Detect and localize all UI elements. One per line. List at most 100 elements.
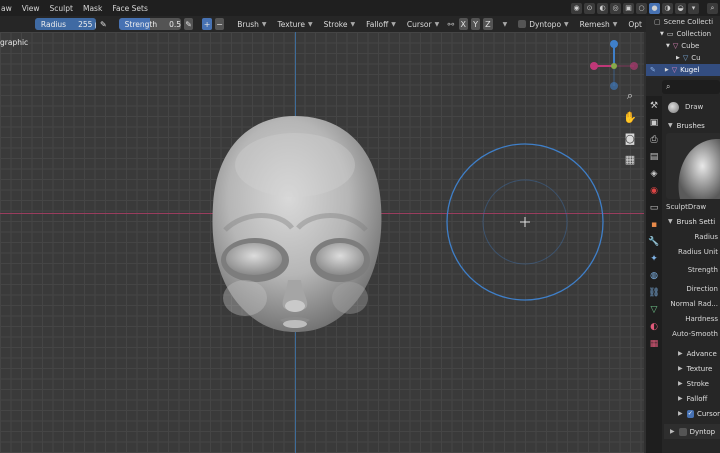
outliner-row-cube-data[interactable]: ▶ ▽ Cu [646, 52, 720, 64]
view-layer-tab-icon[interactable]: ▤ [648, 151, 660, 163]
stroke-menu[interactable]: Stroke ▼ [320, 18, 360, 30]
brush-name: SculptDraw [666, 202, 707, 211]
xray-icon[interactable]: ▣ [623, 2, 634, 14]
filter-icon[interactable]: ▾ [688, 2, 699, 14]
search-icon[interactable]: ⌕ [707, 2, 718, 14]
menu-sculpt[interactable]: Sculpt [45, 4, 78, 13]
snapping-icon[interactable]: ⊙ [584, 2, 595, 14]
wireframe-shading-icon[interactable]: ○ [636, 2, 647, 14]
output-tab-icon[interactable]: ⎙ [648, 134, 660, 146]
material-tab-icon[interactable]: ◐ [648, 321, 660, 333]
outliner-row-kugel[interactable]: ✎ ▶ ▽ Kugel [646, 64, 720, 76]
pen-pressure-icon[interactable]: ✎ [99, 18, 108, 30]
texture-menu[interactable]: Texture ▼ [274, 18, 317, 30]
outliner-row-scene[interactable]: ▢ Scene Collecti [646, 16, 720, 28]
3d-viewport[interactable]: graphic ⌕ ✋ ◙ ▦ [0, 32, 644, 453]
symmetry-lock-icon[interactable]: ⚯ [446, 18, 455, 30]
brush-name-row[interactable]: SculptDraw [664, 199, 720, 214]
chevron-right-icon[interactable]: ▶ [665, 67, 669, 73]
brushes-panel-header[interactable]: ▼ Brushes [664, 118, 720, 133]
physics-tab-icon[interactable]: ◍ [648, 270, 660, 282]
chevron-right-icon[interactable]: ▶ [676, 55, 680, 61]
chevron-down-icon: ▼ [612, 20, 618, 28]
chevron-right-icon: ▶ [678, 350, 683, 357]
dyntopo-panel-label: Dyntop [689, 427, 716, 436]
cursor-menu[interactable]: Cursor ▼ [403, 18, 443, 30]
symmetry-z-toggle[interactable]: Z [483, 18, 493, 30]
options-menu[interactable]: Opt [624, 18, 646, 30]
properties-search-field[interactable]: ⌕ [662, 80, 720, 94]
remesh-menu[interactable]: Remesh ▼ [576, 18, 622, 30]
solid-shading-icon[interactable]: ● [649, 2, 660, 14]
material-shading-icon[interactable]: ◑ [662, 2, 673, 14]
modifier-tab-icon[interactable]: 🔧 [648, 236, 660, 248]
dyntopo-panel-header[interactable]: ▶ Dyntop [664, 424, 720, 439]
sculpted-head-mesh[interactable] [200, 110, 390, 360]
overlay-icon[interactable]: ◎ [610, 2, 621, 14]
particles-tab-icon[interactable]: ✦ [648, 253, 660, 265]
properties-editor: Draw ▼ Brushes SculptDraw ▼ Brush Setti … [664, 96, 720, 453]
texture-tab-icon[interactable]: ▦ [648, 338, 660, 350]
menu-view[interactable]: View [17, 4, 45, 13]
visibility-icon[interactable]: ◐ [597, 2, 608, 14]
dyntopo-panel-checkbox[interactable] [678, 427, 687, 436]
falloff-menu[interactable]: Falloff ▼ [362, 18, 400, 30]
dyntopo-toggle[interactable]: Dyntopo ▼ [514, 18, 572, 30]
texture-subpanel[interactable]: ▶ Texture [664, 361, 720, 376]
dyntopo-label: Dyntopo [529, 19, 562, 29]
stroke-subpanel[interactable]: ▶ Stroke [664, 376, 720, 391]
object-mode-icon[interactable]: ◉ [571, 2, 582, 14]
strength-label: Strength [124, 19, 158, 29]
outliner-row-collection[interactable]: ▼ ▭ Collection [646, 28, 720, 40]
direction-subtract-button[interactable]: − [214, 18, 225, 30]
hardness-row: Hardness [685, 314, 718, 323]
constraints-tab-icon[interactable]: ⛓ [648, 287, 660, 299]
brush-settings-panel-header[interactable]: ▼ Brush Setti [664, 214, 720, 229]
render-tab-icon[interactable]: ▣ [648, 117, 660, 129]
advanced-subpanel[interactable]: ▶ Advance [664, 346, 720, 361]
strength-slider[interactable]: Strength 0.500 [118, 18, 181, 30]
pen-pressure-icon[interactable]: ✎ [183, 18, 194, 30]
world-tab-icon[interactable]: ◉ [648, 185, 660, 197]
chevron-down-icon[interactable]: ▼ [660, 31, 664, 37]
camera-view-icon[interactable]: ◙ [622, 130, 638, 146]
menu-mask[interactable]: Mask [78, 4, 107, 13]
grid-perspective-icon[interactable]: ▦ [622, 151, 638, 167]
tool-tab-icon[interactable]: ⚒ [648, 100, 660, 112]
symmetry-y-toggle[interactable]: Y [470, 18, 481, 30]
menu-draw[interactable]: aw [0, 4, 17, 13]
object-tab-icon[interactable]: ▪ [648, 219, 660, 231]
data-tab-icon[interactable]: ▽ [648, 304, 660, 316]
rendered-shading-icon[interactable]: ◒ [675, 2, 686, 14]
brushes-label: Brushes [676, 121, 705, 130]
navigation-tools: ⌕ ✋ ◙ ▦ [622, 88, 638, 167]
cursor-checkbox[interactable]: ✓ [686, 409, 694, 418]
brush-settings-label: Brush Setti [676, 217, 716, 226]
brush-preview-thumbnail[interactable] [666, 133, 720, 199]
subpanel-label: Texture [686, 364, 713, 373]
active-tool-row[interactable]: Draw [664, 96, 720, 118]
subpanel-label: Stroke [686, 379, 709, 388]
menu-face-sets[interactable]: Face Sets [107, 4, 153, 13]
direction-add-button[interactable]: + [202, 18, 212, 30]
zoom-icon[interactable]: ⌕ [622, 88, 638, 104]
chevron-down-icon: ▼ [668, 122, 673, 129]
hand-pan-icon[interactable]: ✋ [622, 109, 638, 125]
radius-field[interactable]: Radius 255 px [34, 18, 96, 30]
outliner-row-cube[interactable]: ▼ ▽ Cube [646, 40, 720, 52]
outliner-label: Cu [691, 54, 701, 62]
falloff-subpanel[interactable]: ▶ Falloff [664, 391, 720, 406]
stroke-menu-label: Stroke [323, 19, 348, 29]
cursor-subpanel[interactable]: ▶ ✓ Cursor [664, 406, 720, 421]
sculpt-brush-icon: ✎ [650, 66, 656, 74]
collection-tab-icon[interactable]: ▭ [648, 202, 660, 214]
symmetry-x-toggle[interactable]: X [458, 18, 468, 30]
outliner-label: Kugel [680, 66, 700, 74]
dyntopo-checkbox[interactable] [518, 20, 527, 28]
chevron-down-icon[interactable]: ▼ [666, 43, 670, 49]
draw-brush-icon [668, 101, 679, 113]
symmetry-options-chevron[interactable]: ▼ [496, 18, 512, 30]
chevron-down-icon: ▼ [502, 20, 508, 28]
scene-tab-icon[interactable]: ◈ [648, 168, 660, 180]
brush-menu[interactable]: Brush ▼ [233, 18, 270, 30]
